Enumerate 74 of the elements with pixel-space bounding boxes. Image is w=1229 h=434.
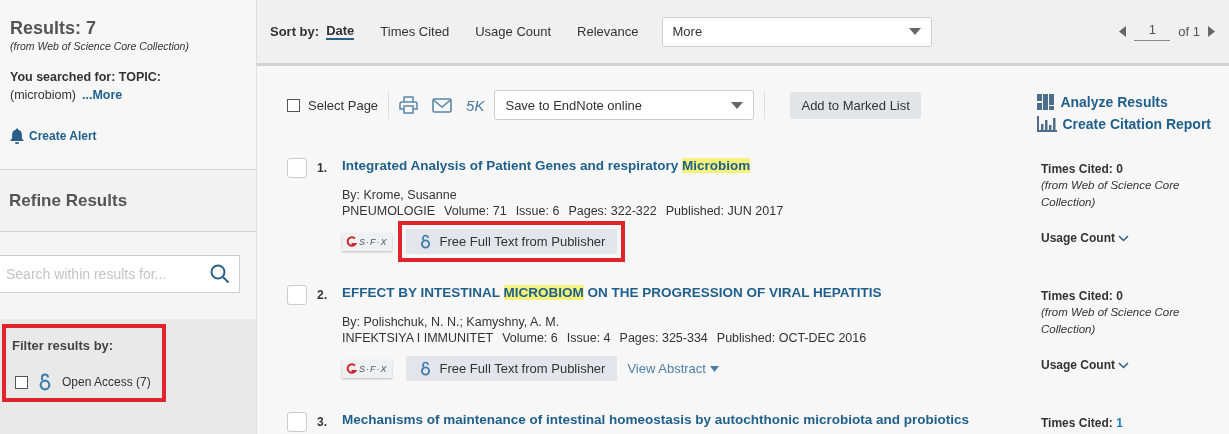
record-number: 2.: [316, 287, 328, 304]
checkbox[interactable]: [287, 98, 300, 112]
record-title-link[interactable]: Integrated Analysis of Patient Genes and respiratory Microbiom: [342, 158, 751, 173]
search-icon[interactable]: [210, 264, 230, 284]
times-cited: Times Cited: 1: [1041, 416, 1124, 430]
record-number: 1.: [316, 160, 328, 177]
usage-count-toggle[interactable]: Usage Count: [1041, 231, 1211, 245]
results-count: Results: 7: [10, 18, 98, 39]
source-detail: Issue: 6: [515, 204, 560, 218]
next-icon[interactable]: [1208, 26, 1215, 37]
checkbox[interactable]: [15, 375, 28, 389]
chevron-down-icon: [1118, 234, 1129, 242]
save-dropdown[interactable]: Save to EndNote online: [494, 90, 755, 120]
citation-report-link[interactable]: Create Citation Report: [1037, 116, 1211, 132]
open-lock-icon: [419, 234, 431, 249]
envelope-icon[interactable]: [432, 97, 453, 113]
sort-option[interactable]: Times Cited: [380, 24, 450, 39]
source-detail: PNEUMOLOGIE: [342, 204, 436, 218]
source-detail: Pages: 325-334: [619, 331, 708, 345]
sort-option[interactable]: Relevance: [577, 24, 639, 39]
refine-heading: Refine Results: [9, 190, 128, 211]
chevron-down-icon: [1118, 361, 1129, 369]
full-text-button[interactable]: Free Full Text from Publisher: [405, 229, 618, 254]
create-alert-link[interactable]: Create Alert: [10, 128, 97, 144]
open-lock-icon: [38, 373, 52, 391]
printer-icon[interactable]: [399, 96, 419, 114]
source-detail: Pages: 322-322: [568, 204, 657, 218]
add-to-marked-list-button[interactable]: Add to Marked List: [790, 91, 921, 119]
source-detail: INFEKTSIYA I IMMUNITET: [342, 331, 494, 345]
filter-label[interactable]: Open Access (7): [62, 375, 151, 389]
cited-source-note: (from Web of Science Core Collection): [1041, 305, 1181, 337]
results-source: (from Web of Science Core Collection): [10, 40, 190, 52]
caret-icon: [731, 101, 744, 109]
count-link[interactable]: 5K: [466, 96, 485, 114]
source-detail: Volume: 6: [502, 331, 558, 345]
view-abstract-link[interactable]: View Abstract: [627, 361, 719, 376]
sort-option[interactable]: Date: [326, 23, 355, 40]
record-number: 3.: [316, 414, 328, 431]
authors: By: Polishchuk, N. N.; Kamyshny, A. M.: [342, 315, 561, 329]
usage-count-toggle[interactable]: Usage Count: [1041, 358, 1211, 372]
full-text-button[interactable]: Free Full Text from Publisher: [405, 356, 618, 381]
search-summary: You searched for: TOPIC:: [10, 70, 161, 84]
blocks-icon: [1037, 94, 1056, 110]
more-dropdown[interactable]: More: [661, 16, 932, 47]
cited-source-note: (from Web of Science Core Collection): [1041, 178, 1181, 210]
sfx-logo-icon: [346, 362, 357, 375]
authors: By: Krome, Susanne: [342, 188, 458, 202]
sfx-button[interactable]: S·F·X: [342, 232, 392, 251]
open-lock-icon: [419, 361, 431, 376]
search-field[interactable]: Search within results for...: [0, 255, 240, 293]
source-detail: Volume: 71: [444, 204, 507, 218]
record-title-link[interactable]: EFFECT BY INTESTINAL MICROBIOM ON THE PROGRESSION OF VIRAL HEPATITIS: [342, 285, 882, 300]
sfx-button[interactable]: S·F·X: [342, 359, 392, 378]
source-detail: Published: OCT-DEC 2016: [716, 331, 867, 345]
page-total: of 1: [1178, 24, 1200, 39]
bell-icon: [10, 128, 24, 144]
search-query: (microbiom): [10, 87, 76, 104]
times-cited: Times Cited: 0: [1041, 289, 1124, 303]
caret-icon: [709, 365, 719, 372]
source-detail: Published: JUN 2017: [665, 204, 784, 218]
caret-icon: [908, 28, 921, 35]
record-title-link[interactable]: Mechanisms of maintenance of intestinal homeostasis by autochthonic microbiota and probiotics: [342, 412, 970, 427]
bar-chart-icon: [1037, 116, 1058, 132]
page-number-field[interactable]: 1: [1134, 22, 1171, 41]
times-cited: Times Cited: 0: [1041, 162, 1124, 176]
select-page-label[interactable]: Select Page: [308, 97, 379, 113]
filter-heading: Filter results by:: [12, 338, 115, 353]
previous-icon[interactable]: [1119, 26, 1127, 37]
analyze-results-link[interactable]: Analyze Results: [1037, 94, 1211, 110]
sort-label: Sort by:: [270, 24, 320, 39]
sort-option[interactable]: Usage Count: [475, 24, 552, 39]
source-detail: Issue: 4: [566, 331, 611, 345]
sfx-logo-icon: [346, 235, 357, 248]
more-link[interactable]: ...More: [82, 86, 123, 104]
